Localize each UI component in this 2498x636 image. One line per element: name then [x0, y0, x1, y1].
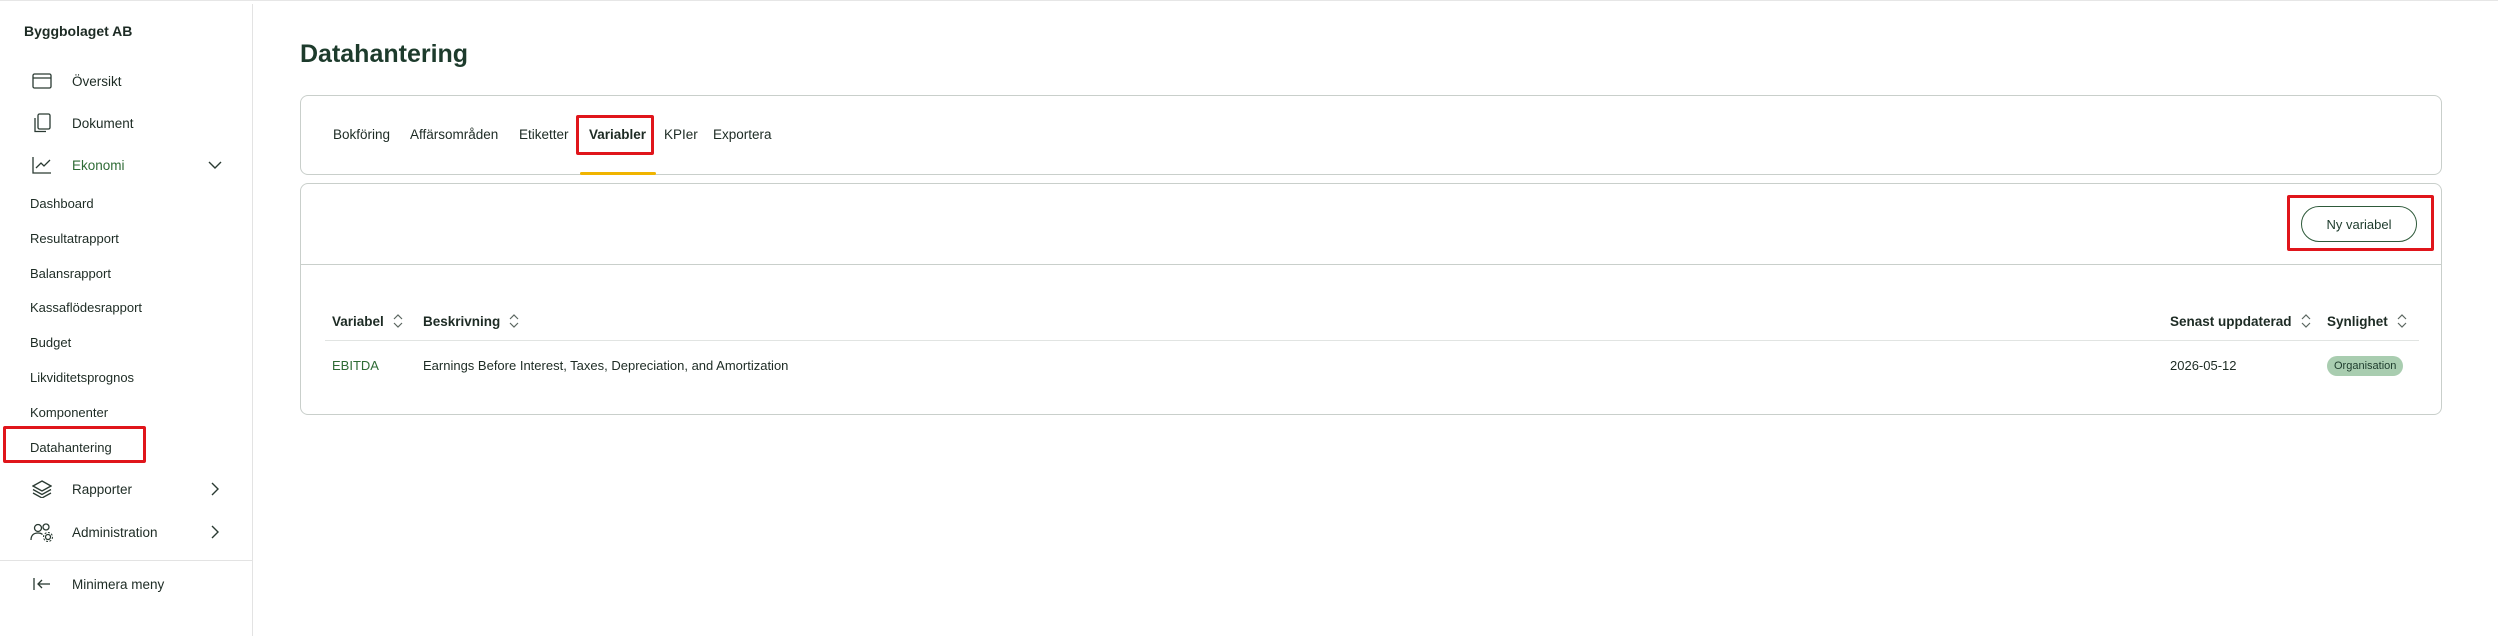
- tab-variabler[interactable]: Variabler: [589, 127, 646, 142]
- table-header-divider: [325, 340, 2419, 341]
- sidebar-item-label: Dokument: [72, 115, 134, 131]
- top-border: [0, 0, 2498, 4]
- organization-name: Byggbolaget AB: [24, 23, 133, 39]
- tab-etiketter[interactable]: Etiketter: [519, 127, 569, 142]
- new-variable-button[interactable]: Ny variabel: [2301, 206, 2417, 242]
- layers-icon: [30, 477, 54, 501]
- sidebar-divider: [0, 560, 253, 561]
- sidebar-item-label: Administration: [72, 524, 158, 540]
- toolbar-divider: [301, 264, 2441, 265]
- table-cell-description: Earnings Before Interest, Taxes, Depreci…: [423, 358, 789, 373]
- sort-icon[interactable]: [2300, 312, 2312, 330]
- sidebar-subitem-datahantering[interactable]: Datahantering: [30, 440, 112, 455]
- table-cell-updated: 2026-05-12: [2170, 358, 2237, 373]
- sidebar-item-ekonomi[interactable]: Ekonomi: [0, 148, 253, 182]
- sidebar-item-rapporter[interactable]: Rapporter: [0, 472, 253, 506]
- chevron-right-icon[interactable]: [203, 520, 227, 544]
- sidebar-subitem-kassaflodesrapport[interactable]: Kassaflödesrapport: [30, 300, 142, 315]
- tab-affarsomraden[interactable]: Affärsområden: [410, 127, 498, 142]
- tab-exportera[interactable]: Exportera: [713, 127, 772, 142]
- column-header-synlighet[interactable]: Synlighet: [2327, 312, 2408, 330]
- sidebar-subitem-komponenter[interactable]: Komponenter: [30, 405, 108, 420]
- minimize-menu-label: Minimera meny: [72, 576, 165, 592]
- variables-card: Ny variabel Variabel Beskrivning Senast …: [300, 183, 2442, 415]
- tab-bokforing[interactable]: Bokföring: [333, 127, 390, 142]
- documents-icon: [30, 111, 54, 135]
- visibility-badge: Organisation: [2327, 356, 2404, 376]
- tab-kpier[interactable]: KPIer: [664, 127, 698, 142]
- sidebar-subitem-budget[interactable]: Budget: [30, 335, 71, 350]
- column-header-label: Synlighet: [2327, 313, 2388, 329]
- column-header-label: Beskrivning: [423, 313, 501, 329]
- active-tab-indicator: [580, 172, 656, 175]
- column-header-variabel[interactable]: Variabel: [332, 312, 404, 330]
- sidebar-subitem-dashboard[interactable]: Dashboard: [30, 196, 94, 211]
- sort-icon[interactable]: [392, 312, 404, 330]
- window-icon: [30, 69, 54, 93]
- chevron-down-icon[interactable]: [203, 153, 227, 177]
- sidebar-item-label: Ekonomi: [72, 157, 125, 173]
- column-header-label: Senast uppdaterad: [2170, 313, 2292, 329]
- chevron-right-icon[interactable]: [203, 477, 227, 501]
- sidebar-subitem-resultatrapport[interactable]: Resultatrapport: [30, 231, 119, 246]
- collapse-left-icon: [30, 572, 54, 596]
- sort-icon[interactable]: [508, 312, 520, 330]
- tab-bar: Bokföring Affärsområden Etiketter Variab…: [300, 95, 2442, 175]
- sidebar-item-dokument[interactable]: Dokument: [0, 106, 253, 140]
- sort-icon[interactable]: [2396, 312, 2408, 330]
- sidebar-subitem-balansrapport[interactable]: Balansrapport: [30, 266, 111, 281]
- users-settings-icon: [30, 520, 54, 544]
- column-header-senast-uppdaterad[interactable]: Senast uppdaterad: [2170, 312, 2312, 330]
- sidebar-item-administration[interactable]: Administration: [0, 515, 253, 549]
- variable-link-ebitda[interactable]: EBITDA: [332, 358, 379, 373]
- sidebar-item-label: Rapporter: [72, 481, 133, 497]
- column-header-label: Variabel: [332, 313, 384, 329]
- sidebar-subitem-likviditetsprognos[interactable]: Likviditetsprognos: [30, 370, 134, 385]
- sidebar: Byggbolaget AB Översikt Dokument Ekonomi…: [0, 4, 253, 636]
- chart-line-icon: [30, 153, 54, 177]
- minimize-menu-button[interactable]: Minimera meny: [0, 567, 253, 601]
- page-title: Datahantering: [300, 40, 469, 68]
- sidebar-item-label: Översikt: [72, 73, 122, 89]
- column-header-beskrivning[interactable]: Beskrivning: [423, 312, 520, 330]
- sidebar-item-oversikt[interactable]: Översikt: [0, 64, 253, 98]
